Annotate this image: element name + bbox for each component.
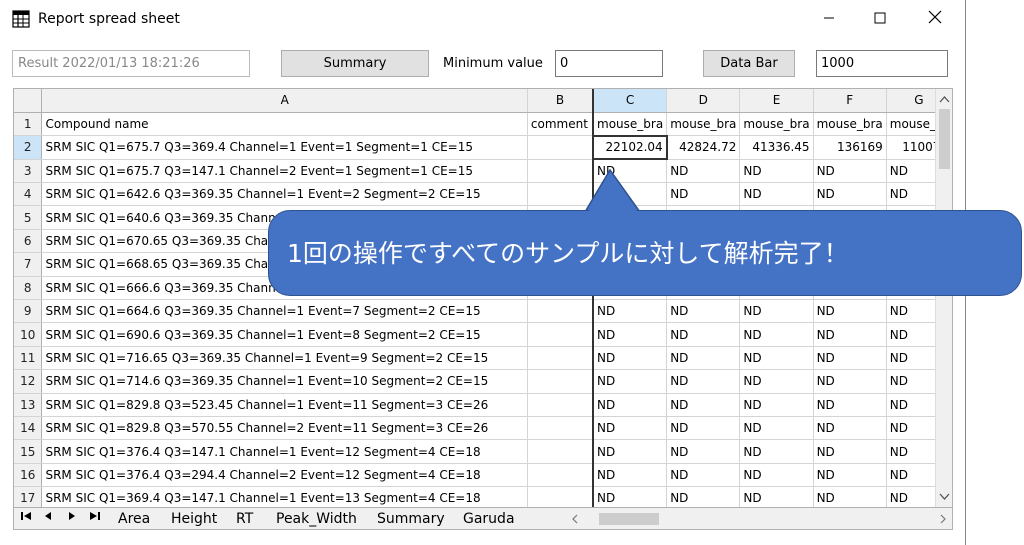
callout-pointer-cover [588,172,638,213]
